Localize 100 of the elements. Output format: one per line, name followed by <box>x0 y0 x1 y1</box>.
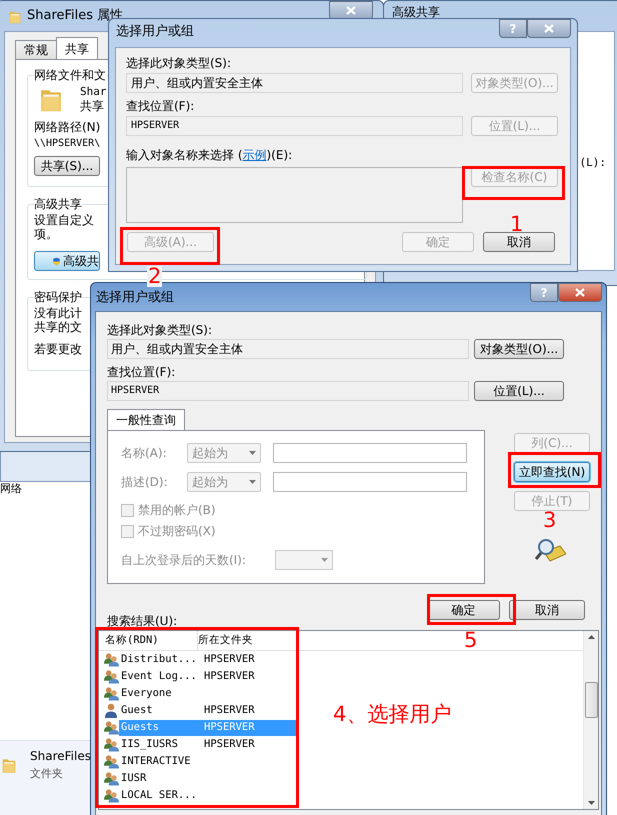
name-cell-text: INTERACTIVE <box>120 754 192 769</box>
ok-button[interactable]: 确定 <box>427 600 500 620</box>
name-cell-text: Event Log... <box>120 668 198 684</box>
checkbox-label: 禁用的帐户(B) <box>138 502 216 519</box>
step-annotation: 2 <box>147 266 162 287</box>
scroll-down-icon[interactable] <box>588 801 594 805</box>
field-label: 选择此对象类型(S): <box>107 323 214 337</box>
column-header[interactable]: 所在文件夹 <box>198 631 298 650</box>
tab[interactable]: 常规 <box>15 40 57 59</box>
result-row[interactable]: Everyone <box>119 686 297 702</box>
step-annotation: 5 <box>464 630 478 651</box>
network-path: \\HPSERVER\ <box>34 137 100 151</box>
step-annotation: 1 <box>510 214 524 235</box>
group-text: 设置自定义 <box>34 213 94 227</box>
group-icon <box>104 788 119 803</box>
folder-cell-text: HPSERVER <box>204 652 255 667</box>
window-title: 高级共享 <box>392 5 440 19</box>
object-type-field: 用户、组或内置安全主体 <box>107 339 469 359</box>
folder-cell-text: HPSERVER <box>204 702 255 718</box>
group-text: 没有此计 <box>34 306 82 320</box>
tab[interactable]: 共享 <box>56 37 98 59</box>
group-icon <box>104 720 119 735</box>
field-label: 查找位置(F): <box>126 99 196 113</box>
field-label: 名称(A): <box>121 445 168 462</box>
file-name: ShareFiles <box>30 750 91 762</box>
group-icon <box>104 686 119 701</box>
close-button[interactable] <box>558 283 602 302</box>
result-row[interactable]: INTERACTIVE <box>119 754 297 770</box>
name-cell-text: IIS_IUSRS <box>120 736 179 752</box>
folder-cell-text: HPSERVER <box>204 720 255 735</box>
close-icon <box>544 24 554 33</box>
group-title: 网络文件和文 <box>34 67 106 84</box>
caret-icon <box>249 480 256 484</box>
result-row[interactable]: LOCAL SER... <box>119 788 297 804</box>
window-title: 选择用户或组 <box>95 289 174 307</box>
scrollbar[interactable] <box>583 631 598 809</box>
group-text: 共享的文 <box>34 320 82 334</box>
caret-icon <box>321 558 328 562</box>
group-icon <box>104 771 119 786</box>
folder-icon <box>9 8 21 24</box>
field-label: 搜索结果(U): <box>107 614 178 628</box>
field-label: 选择此对象类型(S): <box>126 56 232 70</box>
folder-cell-text: HPSERVER <box>204 668 255 684</box>
close-button[interactable] <box>527 19 571 38</box>
group-icon <box>104 754 119 769</box>
group-text: 若要更改 <box>34 342 82 356</box>
share-button[interactable]: 共享(S)... <box>34 156 100 176</box>
step-annotation: 3 <box>543 510 556 531</box>
text-field[interactable] <box>273 443 467 463</box>
object-types-button[interactable]: 对象类型(O)... <box>474 339 564 359</box>
name-cell-text: LOCAL SER... <box>120 788 198 803</box>
group-icon <box>104 737 119 752</box>
search-icon <box>534 538 566 564</box>
field-label: 查找位置(F): <box>107 365 176 379</box>
scroll-up-icon[interactable] <box>588 635 594 639</box>
path-label: 网络路径(N) <box>34 119 100 136</box>
name-cell-text: Distribut... <box>120 652 198 667</box>
example-link[interactable]: 示例 <box>242 148 266 162</box>
name-cell-text: IUSR <box>120 770 148 786</box>
name-cell-text: Everyone <box>120 686 173 701</box>
group-title: 高级共享 <box>34 196 82 213</box>
cancel-button[interactable]: 取消 <box>509 600 585 620</box>
location-field: HPSERVER <box>107 381 469 401</box>
column-header[interactable]: 名称(RDN) <box>99 631 198 650</box>
field-label: (L): <box>580 157 606 171</box>
close-icon <box>346 6 356 15</box>
text-field[interactable] <box>273 472 467 492</box>
result-row[interactable]: Event Log... HPSERVER <box>119 668 297 684</box>
days-dropdown[interactable] <box>275 550 333 570</box>
locations-button[interactable]: 位置(L)... <box>474 381 564 401</box>
group-icon <box>104 652 119 667</box>
result-row[interactable]: IIS_IUSRS HPSERVER <box>119 736 297 752</box>
group-text: 项。 <box>34 227 58 241</box>
tab[interactable]: 一般性查询 <box>107 409 185 430</box>
folder-cell-text: HPSERVER <box>204 736 255 752</box>
location-field: HPSERVER <box>126 116 463 136</box>
cancel-button[interactable]: 取消 <box>483 232 555 252</box>
close-icon <box>575 288 585 297</box>
file-type: 文件夹 <box>30 768 63 779</box>
object-type-field: 用户、组或内置安全主体 <box>126 73 463 93</box>
step-annotation: 4、选择用户 <box>333 704 452 725</box>
user-icon <box>104 703 118 718</box>
field-label: 自上次登录后的天数(I): <box>121 552 247 569</box>
share-status: 共享 <box>80 99 105 114</box>
group-icon <box>104 669 119 684</box>
share-name: Shar <box>80 84 106 99</box>
scroll-thumb[interactable] <box>584 682 598 718</box>
result-row[interactable]: IUSR <box>119 770 297 786</box>
name-cell-text: Guests <box>120 720 160 735</box>
advanced-share-button[interactable]: 高级共 <box>34 251 100 271</box>
find-now-button[interactable]: 立即查找(N) <box>514 462 590 482</box>
name-cell-text: Guest <box>120 702 154 718</box>
nav-label: 网络 <box>0 483 22 494</box>
result-row[interactable]: Guest HPSERVER <box>119 702 297 718</box>
window-title: 选择用户或组 <box>115 23 194 41</box>
names-input[interactable] <box>126 167 463 223</box>
group-title: 密码保护 <box>34 289 82 306</box>
checkbox-label: 不过期密码(X) <box>138 523 216 540</box>
field-label: 描述(D): <box>121 474 169 491</box>
result-row[interactable]: Distribut... HPSERVER <box>119 652 297 668</box>
